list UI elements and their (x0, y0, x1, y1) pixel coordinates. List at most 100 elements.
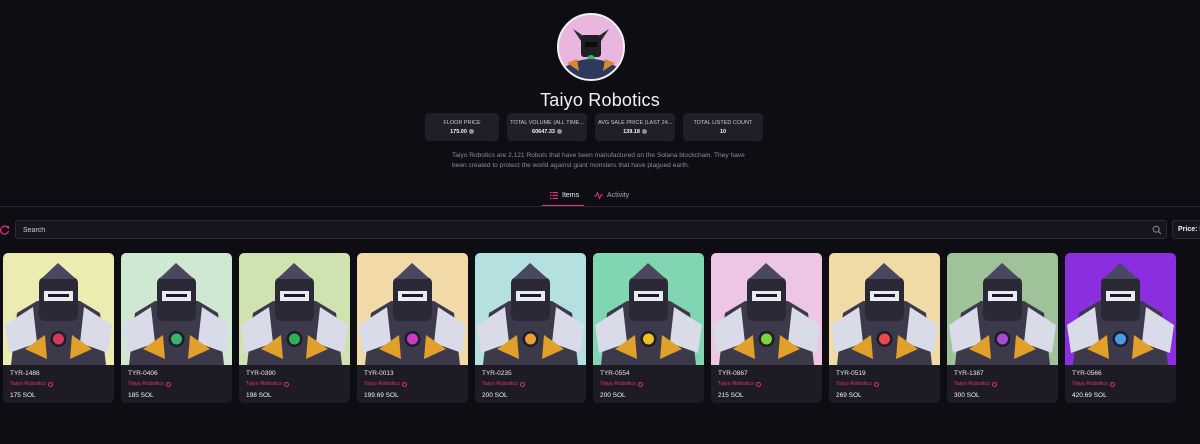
divider (0, 206, 1200, 207)
nft-collection: Taiyo Robotics (10, 381, 53, 387)
sol-icon (468, 128, 474, 134)
robot-nft-image (711, 253, 822, 365)
nft-price: 185 SOL (128, 392, 154, 399)
verified-icon (755, 381, 761, 387)
robot-avatar-image (559, 15, 623, 79)
stat-value: 175.00 (428, 129, 496, 135)
items-grid: TYR-1486 Taiyo Robotics 175 SOL TYR-0406 Tai… (3, 253, 1176, 403)
nft-price: 215 SOL (718, 392, 744, 399)
robot-nft-image (947, 253, 1058, 365)
nft-card[interactable]: TYR-0235 Taiyo Robotics 200 SOL (475, 253, 586, 403)
collection-description: Taiyo Robotics are 2,121 Robots that hav… (452, 152, 745, 169)
nft-collection: Taiyo Robotics (364, 381, 407, 387)
nft-collection: Taiyo Robotics (482, 381, 525, 387)
tab-bar: Items Activity (0, 192, 1200, 207)
nft-collection: Taiyo Robotics (1072, 381, 1115, 387)
nft-card[interactable]: TYR-0406 Taiyo Robotics 185 SOL (121, 253, 232, 403)
nft-name: TYR-0867 (718, 370, 748, 377)
tab-activity-label: Activity (607, 192, 630, 199)
verified-icon (1109, 381, 1115, 387)
stat-label: AVG SALE PRICE (LAST 24... (598, 119, 672, 126)
robot-nft-image (475, 253, 586, 365)
robot-nft-image (593, 253, 704, 365)
robot-nft-image (1065, 253, 1176, 365)
nft-collection-label: Taiyo Robotics (954, 381, 990, 387)
refresh-button[interactable] (0, 225, 10, 235)
nft-name: TYR-1387 (954, 370, 984, 377)
nft-collection-label: Taiyo Robotics (246, 381, 282, 387)
nft-card[interactable]: TYR-0013 Taiyo Robotics 199.69 SOL (357, 253, 468, 403)
nft-collection-label: Taiyo Robotics (1072, 381, 1108, 387)
stat-value: 139.18 (598, 129, 672, 135)
nft-name: TYR-0519 (836, 370, 866, 377)
nft-name: TYR-0406 (128, 370, 158, 377)
verified-icon (283, 381, 289, 387)
stat-label: TOTAL LISTED COUNT (693, 119, 753, 126)
robot-nft-image (3, 253, 114, 365)
search-input[interactable] (23, 225, 1143, 235)
verified-icon (165, 381, 171, 387)
stat-total-listed: TOTAL LISTED COUNT 10 (683, 113, 763, 141)
search-bar (15, 220, 1167, 239)
nft-price: 420.69 SOL (1072, 392, 1107, 399)
nft-collection: Taiyo Robotics (954, 381, 997, 387)
nft-name: TYR-0390 (246, 370, 276, 377)
robot-nft-image (121, 253, 232, 365)
nft-price: 198 SOL (246, 392, 272, 399)
nft-collection-label: Taiyo Robotics (600, 381, 636, 387)
nft-card[interactable]: TYR-0554 Taiyo Robotics 200 SOL (593, 253, 704, 403)
nft-price: 269 SOL (836, 392, 862, 399)
stat-label: TOTAL VOLUME (ALL TIME... (510, 119, 584, 126)
nft-card[interactable]: TYR-1486 Taiyo Robotics 175 SOL (3, 253, 114, 403)
collection-title: Taiyo Robotics (540, 90, 660, 110)
nft-collection-label: Taiyo Robotics (482, 381, 518, 387)
nft-card[interactable]: TYR-0566 Taiyo Robotics 420.69 SOL (1065, 253, 1176, 403)
stat-value: 60647.33 (510, 129, 584, 135)
nft-card[interactable]: TYR-0519 Taiyo Robotics 269 SOL (829, 253, 940, 403)
nft-price: 200 SOL (482, 392, 508, 399)
verified-icon (637, 381, 643, 387)
nft-price: 199.69 SOL (364, 392, 399, 399)
nft-price: 200 SOL (600, 392, 626, 399)
sol-icon (556, 128, 562, 134)
nft-name: TYR-1486 (10, 370, 40, 377)
stat-label: FLOOR PRICE (443, 119, 481, 126)
nft-collection: Taiyo Robotics (246, 381, 289, 387)
nft-collection: Taiyo Robotics (836, 381, 879, 387)
collection-avatar (557, 13, 625, 81)
nft-price: 300 SOL (954, 392, 980, 399)
verified-icon (47, 381, 53, 387)
verified-icon (991, 381, 997, 387)
stat-value: 10 (719, 128, 727, 135)
verified-icon (873, 381, 879, 387)
nft-collection-label: Taiyo Robotics (836, 381, 872, 387)
stat-total-volume: TOTAL VOLUME (ALL TIME... 60647.33 (507, 113, 587, 141)
nft-name: TYR-0013 (364, 370, 394, 377)
activity-icon (594, 192, 603, 199)
nft-name: TYR-0554 (600, 370, 630, 377)
sol-icon (641, 128, 647, 134)
search-icon[interactable] (1152, 225, 1162, 235)
list-icon (550, 192, 558, 199)
tab-activity[interactable]: Activity (594, 192, 629, 199)
nft-collection: Taiyo Robotics (718, 381, 761, 387)
nft-price: 175 SOL (10, 392, 36, 399)
refresh-icon (0, 225, 10, 235)
nft-name: TYR-0566 (1072, 370, 1102, 377)
nft-collection-label: Taiyo Robotics (364, 381, 400, 387)
nft-card[interactable]: TYR-1387 Taiyo Robotics 300 SOL (947, 253, 1058, 403)
nft-collection-label: Taiyo Robotics (10, 381, 46, 387)
verified-icon (401, 381, 407, 387)
nft-card[interactable]: TYR-0867 Taiyo Robotics 215 SOL (711, 253, 822, 403)
robot-nft-image (357, 253, 468, 365)
stat-floor-price: FLOOR PRICE 175.00 (425, 113, 499, 141)
verified-icon (519, 381, 525, 387)
robot-nft-image (829, 253, 940, 365)
nft-collection-label: Taiyo Robotics (718, 381, 754, 387)
nft-card[interactable]: TYR-0390 Taiyo Robotics 198 SOL (239, 253, 350, 403)
tab-items[interactable]: Items (550, 192, 579, 199)
sort-dropdown[interactable]: Price: Lo (1172, 220, 1200, 239)
nft-collection: Taiyo Robotics (128, 381, 171, 387)
tab-items-label: Items (562, 192, 580, 199)
stats-bar: FLOOR PRICE 175.00 TOTAL VOLUME (ALL TIM… (425, 113, 763, 141)
